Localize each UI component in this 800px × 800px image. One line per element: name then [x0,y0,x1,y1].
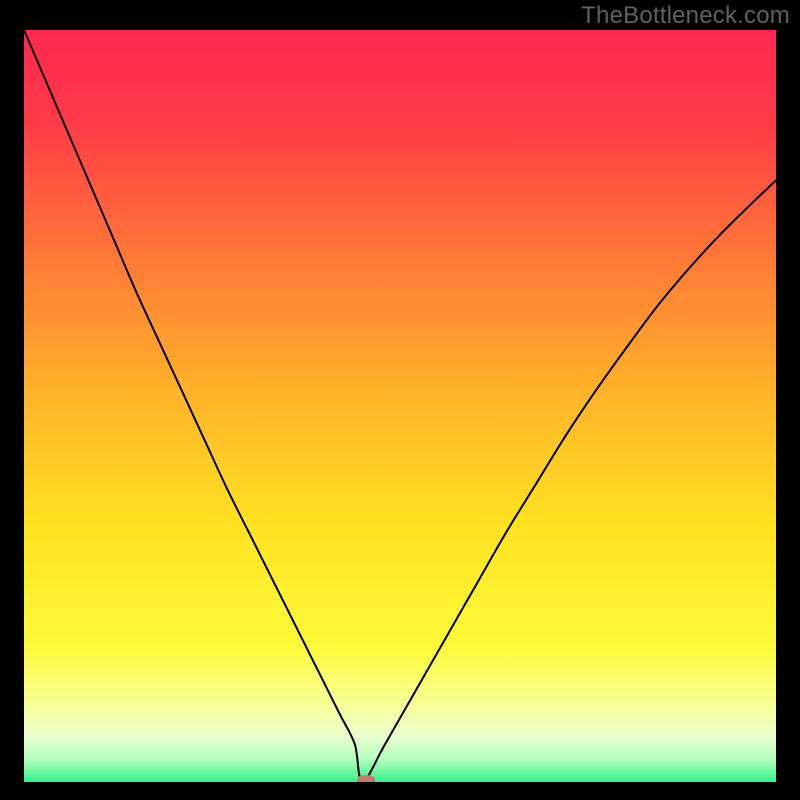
gradient-background [24,30,776,782]
chart-container: TheBottleneck.com [0,0,800,800]
chart-svg [24,30,776,782]
watermark: TheBottleneck.com [581,2,790,30]
minimum-marker [357,775,375,782]
plot-area [24,30,776,782]
